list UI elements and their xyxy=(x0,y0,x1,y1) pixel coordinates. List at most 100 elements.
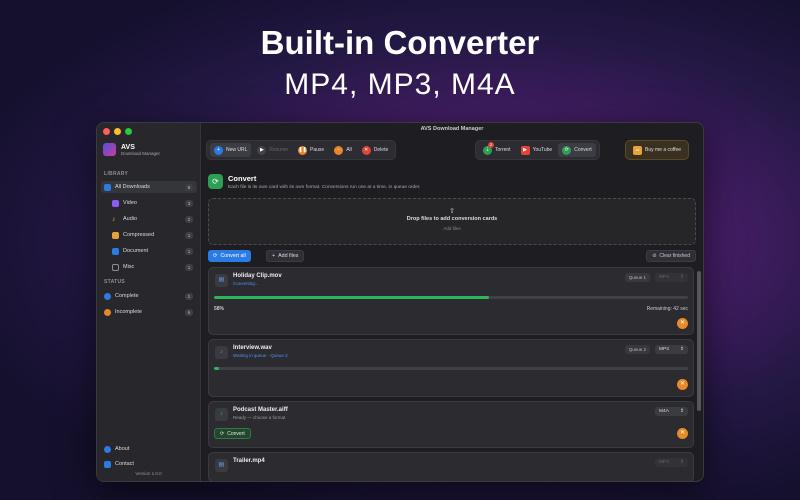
button-label: New URL xyxy=(226,147,248,153)
file-status: Waiting in queue · Queue 2 xyxy=(233,353,288,358)
format-value: M4A xyxy=(659,409,669,414)
format-select[interactable]: MP4 ⇕ xyxy=(655,273,688,282)
button-label: Convert xyxy=(574,147,592,153)
button-label: YouTube xyxy=(532,147,553,153)
sidebar-item-contact[interactable]: Contact xyxy=(101,458,197,470)
sidebar-item-label: Incomplete xyxy=(115,309,142,315)
remove-card-button[interactable]: ✕ xyxy=(677,428,688,439)
resume-button[interactable]: ▶ Resume xyxy=(253,143,292,157)
close-icon: ✕ xyxy=(679,430,686,436)
chevron-updown-icon: ⇕ xyxy=(679,347,684,352)
format-select[interactable]: MP4 ⇕ xyxy=(655,458,688,467)
library-section-label: LIBRARY xyxy=(104,171,129,177)
format-select[interactable]: M4A ⇕ xyxy=(655,407,688,416)
queue-scrollbar[interactable] xyxy=(697,271,701,411)
buy-coffee-button[interactable]: ☕ Buy me a coffee xyxy=(629,143,685,157)
button-label: Resume xyxy=(269,147,289,153)
video-file-icon: ▤ xyxy=(215,459,228,472)
clear-finished-button[interactable]: ⊘ Clear finished xyxy=(646,250,696,262)
archive-icon xyxy=(112,231,119,239)
delete-button[interactable]: ✕ Delete xyxy=(358,143,392,157)
convert-tab-button[interactable]: ⟳ Convert xyxy=(558,143,596,157)
converter-title: Convert xyxy=(228,174,257,183)
folder-icon xyxy=(104,183,111,191)
chevron-updown-icon: ⇕ xyxy=(679,409,684,414)
check-circle-icon: ⊘ xyxy=(652,253,657,259)
count-badge: 3 xyxy=(185,199,193,207)
pause-all-button[interactable]: − All xyxy=(330,143,356,157)
brand-name: AVS xyxy=(121,143,135,151)
plus-icon: + xyxy=(214,145,223,155)
sidebar-item-label: Audio xyxy=(123,216,138,222)
torrent-button[interactable]: ⇣ 2 Torrent xyxy=(479,142,515,157)
sidebar-item-incomplete[interactable]: Incomplete 6 xyxy=(101,306,197,318)
hero-subtitle: MP4, MP3, M4A xyxy=(284,68,516,101)
drop-zone-add-files-link[interactable]: Add files xyxy=(209,226,695,231)
new-url-button[interactable]: + New URL xyxy=(210,143,252,157)
minimize-window-button[interactable] xyxy=(114,128,121,135)
queue-badge: Queue 1 xyxy=(624,273,650,282)
cancel-conversion-button[interactable]: ✕ xyxy=(677,318,688,329)
version-label: Version 1.0.0 xyxy=(135,471,162,476)
sidebar-item-label: Complete xyxy=(115,293,139,299)
count-badge: 1 xyxy=(185,263,193,271)
sidebar-item-all-downloads[interactable]: All Downloads 8 xyxy=(101,181,197,193)
sidebar-item-label: Document xyxy=(123,248,149,254)
conversion-queue: ▤ Holiday Clip.mov Converting... Queue 1… xyxy=(208,267,694,481)
file-name: Podcast Master.aiff xyxy=(233,407,288,413)
drop-zone-title: Drop files to add conversion cards xyxy=(406,216,498,222)
youtube-icon: ▶ xyxy=(520,145,530,155)
progress-bar xyxy=(214,367,688,370)
sidebar-item-label: Video xyxy=(123,200,137,206)
progress-fill xyxy=(214,296,489,299)
count-badge: 1 xyxy=(185,247,193,255)
conversion-card: ♪ Podcast Master.aiff Ready — choose a f… xyxy=(208,401,694,448)
sidebar-item-about[interactable]: About xyxy=(101,443,197,455)
coffee-icon: ☕ xyxy=(633,145,642,155)
sidebar-item-compressed[interactable]: Compressed 1 xyxy=(101,229,197,241)
sidebar-item-complete[interactable]: Complete 2 xyxy=(101,290,197,302)
audio-file-icon: ♪ xyxy=(215,346,228,359)
sidebar-item-document[interactable]: Document 1 xyxy=(101,245,197,257)
app-window: AVS Download Manager LIBRARY All Downloa… xyxy=(96,122,704,482)
convert-all-button[interactable]: ⟳ Convert all xyxy=(208,250,251,262)
coffee-group: ☕ Buy me a coffee xyxy=(625,140,690,160)
app-logo-icon xyxy=(103,143,116,156)
plus-icon: + xyxy=(272,253,276,259)
sidebar-item-audio[interactable]: ♪ Audio 2 xyxy=(101,213,197,225)
upload-icon: ⇧ xyxy=(449,208,455,215)
file-status: Ready — choose a format xyxy=(233,415,286,420)
pause-icon: ❚❚ xyxy=(298,145,308,155)
button-label: Convert xyxy=(227,430,245,437)
sidebar-item-video[interactable]: Video 3 xyxy=(101,197,197,209)
video-file-icon: ▤ xyxy=(215,274,228,287)
brand-tagline: Download Manager xyxy=(121,150,161,156)
format-value: MP4 xyxy=(659,275,669,280)
mail-icon xyxy=(104,460,111,468)
button-label: Pause xyxy=(310,147,325,153)
cancel-conversion-button[interactable]: ✕ xyxy=(677,379,688,390)
sidebar-item-label: All Downloads xyxy=(115,184,150,190)
window-controls xyxy=(103,128,132,135)
youtube-button[interactable]: ▶ YouTube xyxy=(517,143,557,157)
converter-header: ⟳ Convert Each file is its own card with… xyxy=(208,174,421,190)
convert-button[interactable]: ⟳ Convert xyxy=(214,428,251,439)
format-select[interactable]: MP3 ⇕ xyxy=(655,345,688,354)
button-label: Convert all xyxy=(220,253,246,259)
clock-icon xyxy=(104,308,111,316)
converter-actions: ⟳ Convert all + Add files ⊘ Clear finish… xyxy=(208,250,696,262)
pause-button[interactable]: ❚❚ Pause xyxy=(294,143,328,157)
close-icon: ✕ xyxy=(679,320,686,326)
file-name: Holiday Clip.mov xyxy=(233,273,282,279)
close-icon: ✕ xyxy=(679,381,686,387)
zoom-window-button[interactable] xyxy=(125,128,132,135)
drop-zone[interactable]: ⇧ Drop files to add conversion cards Add… xyxy=(208,198,696,245)
check-circle-icon xyxy=(104,292,111,300)
status-section-label: STATUS xyxy=(104,279,126,285)
close-window-button[interactable] xyxy=(103,128,110,135)
add-files-button[interactable]: + Add files xyxy=(266,250,305,262)
box-icon xyxy=(112,263,119,271)
source-toolbar: ⇣ 2 Torrent ▶ YouTube ⟳ Convert xyxy=(475,140,600,160)
sidebar-item-misc[interactable]: Misc 1 xyxy=(101,261,197,273)
convert-icon: ⟳ xyxy=(562,145,572,155)
